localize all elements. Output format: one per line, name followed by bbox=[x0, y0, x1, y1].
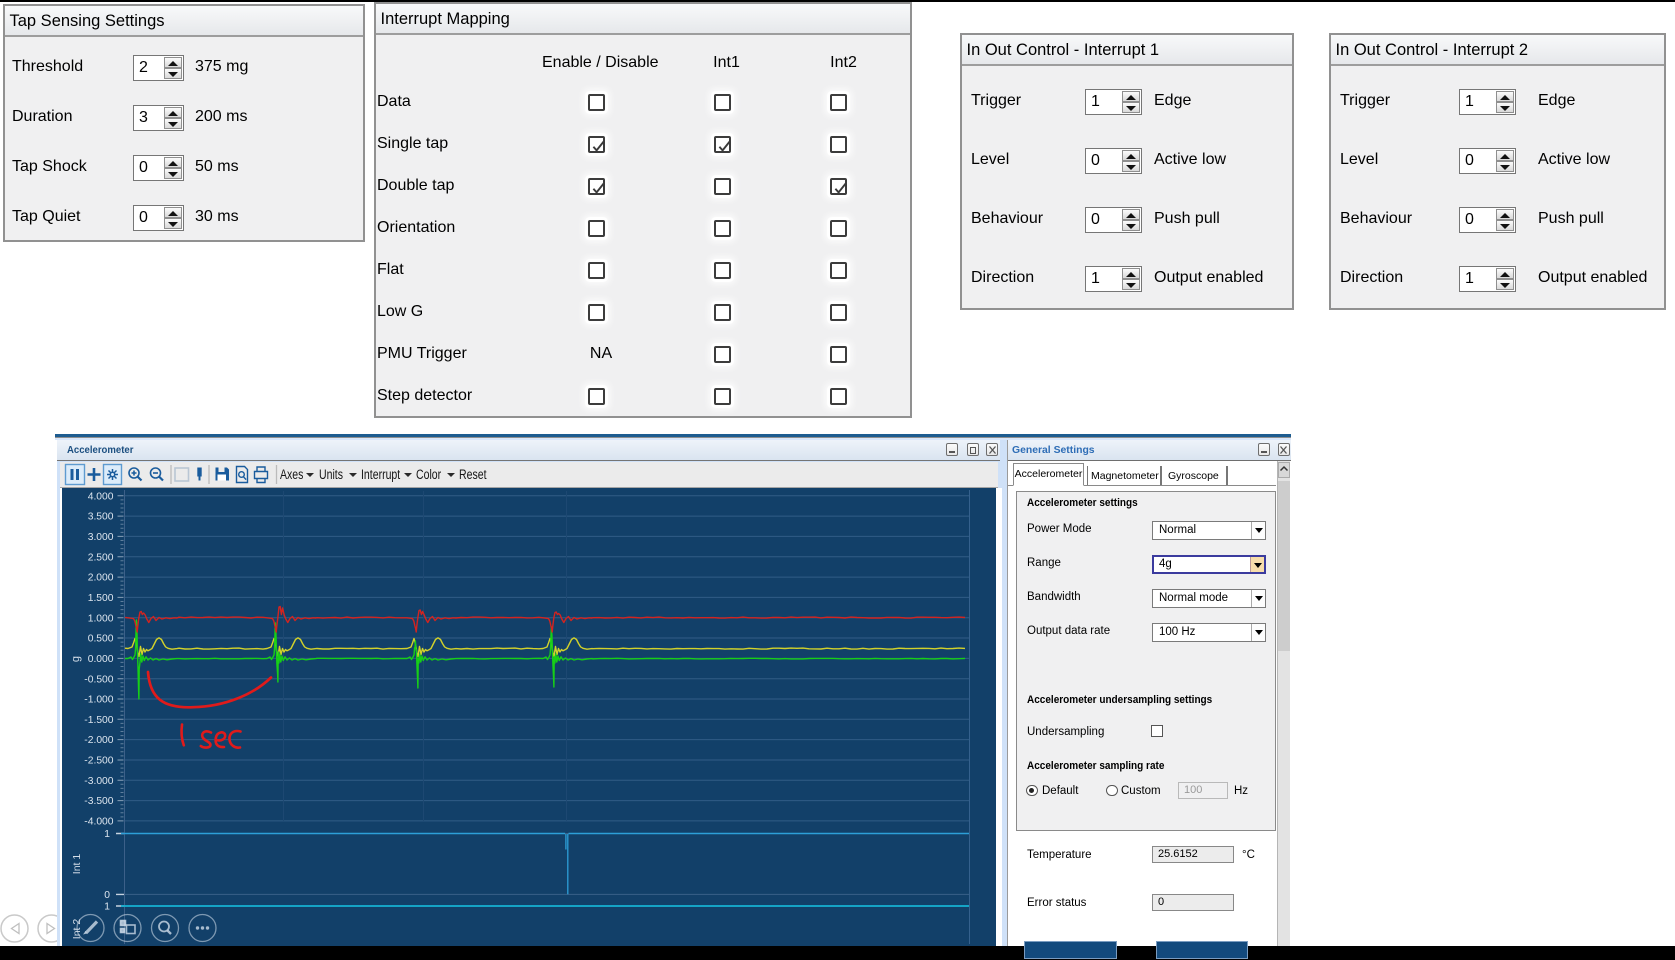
svg-text:-0.500: -0.500 bbox=[84, 674, 113, 685]
svg-text:0.500: 0.500 bbox=[88, 634, 114, 645]
svg-text:1: 1 bbox=[104, 829, 110, 840]
svg-text:-2.000: -2.000 bbox=[84, 735, 113, 746]
svg-text:-3.500: -3.500 bbox=[84, 796, 113, 807]
svg-text:0: 0 bbox=[104, 890, 110, 901]
svg-text:1.000: 1.000 bbox=[88, 613, 114, 624]
svg-text:0.000: 0.000 bbox=[88, 654, 114, 665]
svg-text:-1.000: -1.000 bbox=[84, 695, 113, 706]
svg-text:-1.500: -1.500 bbox=[84, 715, 113, 726]
svg-text:4.000: 4.000 bbox=[88, 491, 114, 502]
svg-text:-3.000: -3.000 bbox=[84, 776, 113, 787]
svg-text:Int 1: Int 1 bbox=[71, 854, 83, 875]
svg-text:g: g bbox=[70, 656, 82, 662]
svg-text:-2.500: -2.500 bbox=[84, 756, 113, 767]
svg-text:1.500: 1.500 bbox=[88, 593, 114, 604]
svg-text:3.500: 3.500 bbox=[88, 512, 114, 523]
svg-text:2.500: 2.500 bbox=[88, 552, 114, 563]
svg-text:-4.000: -4.000 bbox=[84, 817, 113, 828]
svg-text:1: 1 bbox=[104, 902, 110, 913]
svg-text:3.000: 3.000 bbox=[88, 532, 114, 543]
svg-text:2.000: 2.000 bbox=[88, 573, 114, 584]
